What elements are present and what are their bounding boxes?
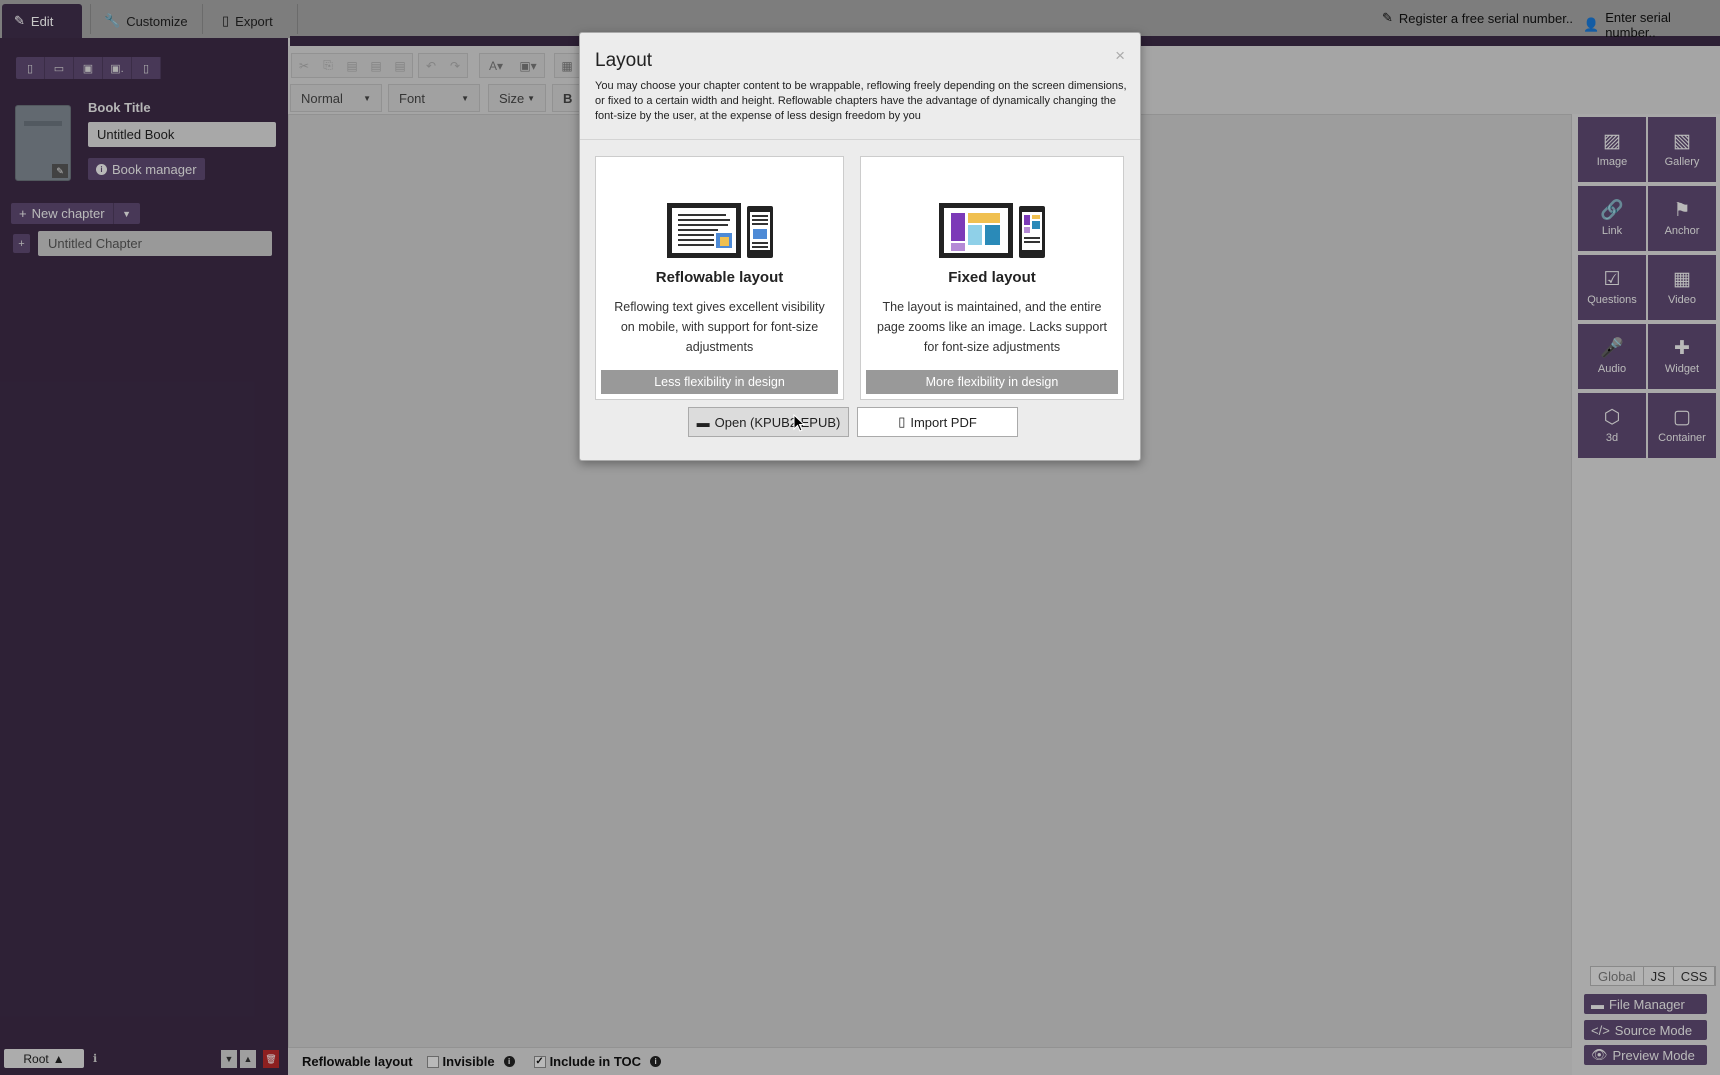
dialog-description: You may choose your chapter content to b…	[595, 80, 1127, 122]
fixed-illustration-icon	[939, 203, 1045, 258]
dialog-divider	[580, 139, 1140, 140]
more-flexibility-button[interactable]: More flexibility in design	[866, 370, 1118, 394]
fixed-layout-card[interactable]: Fixed layout The layout is maintained, a…	[860, 156, 1124, 400]
open-folder-icon: ▬	[696, 414, 710, 430]
reflowable-layout-card[interactable]: Reflowable layout Reflowing text gives e…	[595, 156, 844, 400]
import-pdf-button[interactable]: ▯ Import PDF	[857, 407, 1018, 437]
less-flexibility-button[interactable]: Less flexibility in design	[601, 370, 838, 394]
fixed-title: Fixed layout	[948, 269, 1036, 286]
fixed-text: The layout is maintained, and the entire…	[877, 300, 1107, 354]
close-icon[interactable]: ×	[1115, 46, 1125, 66]
open-epub-button[interactable]: ▬ Open (KPUB2,EPUB)	[688, 407, 849, 437]
layout-dialog: Layout × You may choose your chapter con…	[579, 32, 1141, 461]
pdf-icon: ▯	[898, 414, 906, 429]
reflowable-title: Reflowable layout	[655, 269, 784, 286]
reflowable-text: Reflowing text gives excellent visibilit…	[614, 300, 825, 354]
mouse-cursor-icon	[793, 414, 805, 432]
reflowable-illustration-icon	[666, 203, 773, 258]
dialog-title: Layout	[595, 50, 653, 71]
